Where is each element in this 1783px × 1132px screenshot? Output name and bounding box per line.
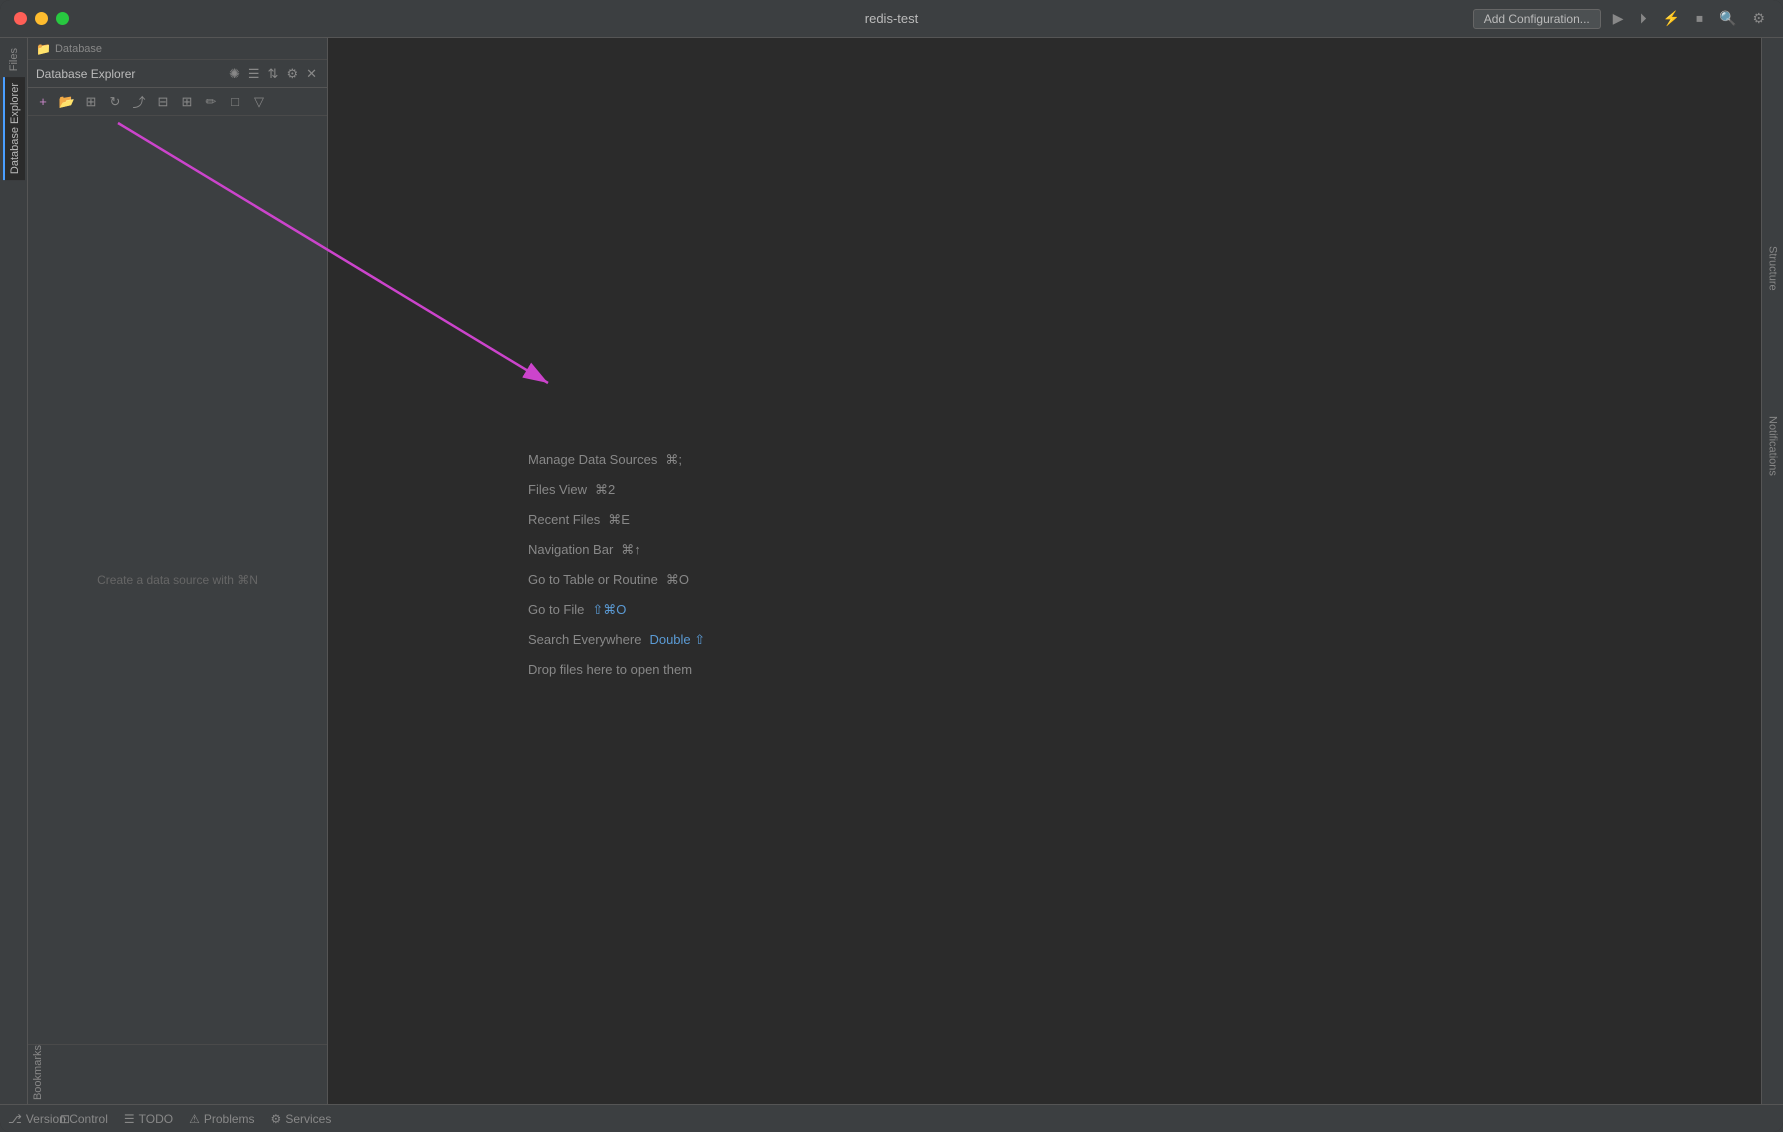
todo-icon: ☰ bbox=[124, 1112, 135, 1126]
breadcrumb-text: Database bbox=[55, 43, 102, 55]
filter-button[interactable]: ▽ bbox=[248, 91, 270, 113]
help-item-manage-datasources: Manage Data Sources ⌘; bbox=[528, 452, 682, 468]
help-item-goto-table: Go to Table or Routine ⌘O bbox=[528, 572, 689, 588]
help-label: Go to File bbox=[528, 602, 584, 617]
sidebar-item-database-explorer[interactable]: Database Explorer bbox=[3, 77, 25, 180]
statusbar-problems[interactable]: ⚠ Problems bbox=[189, 1112, 254, 1126]
todo-label: TODO bbox=[139, 1112, 173, 1126]
help-label: Drop files here to open them bbox=[528, 662, 692, 677]
gear-spin-icon[interactable]: ✺ bbox=[227, 64, 242, 84]
help-shortcut: ⌘2 bbox=[595, 482, 615, 498]
main-window: redis-test Add Configuration... ▶ ⏵ ⚡ ⏹ … bbox=[0, 0, 1783, 1132]
statusbar-version-control[interactable]: ⎇ Version Control bbox=[8, 1112, 108, 1126]
sidebar-header-icons: ✺ ☰ ⇅ ⚙ ✕ bbox=[227, 64, 319, 84]
view-button[interactable]: □ bbox=[224, 91, 246, 113]
edit-button[interactable]: ✏ bbox=[200, 91, 222, 113]
titlebar: redis-test Add Configuration... ▶ ⏵ ⚡ ⏹ … bbox=[0, 0, 1783, 38]
coverage-icon[interactable]: ⚡ bbox=[1659, 8, 1684, 29]
left-tabs-strip: Files Database Explorer bbox=[0, 38, 28, 1104]
settings-icon[interactable]: ⚙ bbox=[284, 64, 300, 84]
minimize-button[interactable] bbox=[35, 12, 48, 25]
layout-icon[interactable]: ⊡ bbox=[60, 1111, 70, 1126]
breadcrumb: 📁 Database bbox=[28, 38, 327, 60]
sidebar-toolbar: + 📂 ⊞ ↻ ⤴ ⊟ ⊞ ✏ □ ▽ bbox=[28, 88, 327, 116]
export-button[interactable]: ⤴ bbox=[128, 91, 150, 113]
help-label: Navigation Bar bbox=[528, 542, 613, 557]
add-datasource-button[interactable]: + bbox=[32, 91, 54, 113]
sidebar-item-notifications[interactable]: Notifications bbox=[1763, 408, 1783, 484]
statusbar-todo[interactable]: ☰ TODO bbox=[124, 1112, 173, 1126]
help-item-drop-files: Drop files here to open them bbox=[528, 662, 700, 677]
sidebar-wrapper: 📁 Database Database Explorer ✺ ☰ ⇅ ⚙ ✕ bbox=[28, 38, 328, 1104]
titlebar-actions: Add Configuration... ▶ ⏵ ⚡ ⏹ 🔍 ⚙ bbox=[1473, 8, 1769, 29]
maximize-button[interactable] bbox=[56, 12, 69, 25]
stop-icon[interactable]: ⏹ bbox=[1692, 8, 1707, 29]
help-label: Recent Files bbox=[528, 512, 600, 527]
help-label: Manage Data Sources bbox=[528, 452, 657, 467]
statusbar: ⎇ Version Control ☰ TODO ⚠ Problems ⚙ Se… bbox=[0, 1104, 1783, 1132]
services-icon: ⚙ bbox=[271, 1112, 282, 1126]
git-icon: ⎇ bbox=[8, 1112, 22, 1126]
sidebar-item-files[interactable]: Files bbox=[4, 42, 24, 77]
main-content: Manage Data Sources ⌘; Files View ⌘2 Rec… bbox=[328, 38, 1761, 1104]
help-shortcut: Double ⇧ bbox=[649, 632, 705, 648]
problems-icon: ⚠ bbox=[189, 1112, 200, 1126]
sidebar-title: Database Explorer bbox=[36, 67, 227, 81]
help-label: Files View bbox=[528, 482, 587, 497]
refresh-button[interactable]: ↻ bbox=[104, 91, 126, 113]
help-label: Search Everywhere bbox=[528, 632, 641, 647]
close-button[interactable] bbox=[14, 12, 27, 25]
help-shortcut: ⇧⌘O bbox=[592, 602, 626, 618]
help-shortcut: ⌘; bbox=[665, 452, 682, 468]
problems-label: Problems bbox=[204, 1112, 255, 1126]
sidebar: 📁 Database Database Explorer ✺ ☰ ⇅ ⚙ ✕ bbox=[28, 38, 328, 1104]
right-tabs-strip: Structure Notifications bbox=[1761, 38, 1783, 1104]
help-label: Go to Table or Routine bbox=[528, 572, 658, 587]
sidebar-header: Database Explorer ✺ ☰ ⇅ ⚙ ✕ bbox=[28, 60, 327, 88]
settings-icon[interactable]: ⚙ bbox=[1748, 8, 1769, 29]
sidebar-empty-state: Create a data source with ⌘N bbox=[28, 116, 327, 1044]
bookmarks-tab[interactable]: Bookmarks bbox=[32, 1045, 44, 1100]
database-folder-icon: 📁 bbox=[36, 42, 51, 56]
list-icon[interactable]: ☰ bbox=[246, 64, 262, 84]
help-shortcut: ⌘O bbox=[666, 572, 689, 588]
help-item-files-view: Files View ⌘2 bbox=[528, 482, 615, 498]
expand-button[interactable]: ⊞ bbox=[176, 91, 198, 113]
search-icon[interactable]: 🔍 bbox=[1715, 8, 1740, 29]
schema-button[interactable]: ⊞ bbox=[80, 91, 102, 113]
sort-icon[interactable]: ⇅ bbox=[266, 64, 281, 84]
close-panel-icon[interactable]: ✕ bbox=[304, 64, 319, 84]
window-title: redis-test bbox=[865, 11, 918, 26]
statusbar-services[interactable]: ⚙ Services bbox=[271, 1112, 332, 1126]
layout-toggle-icon: ⊡ bbox=[60, 1112, 70, 1126]
collapse-button[interactable]: ⊟ bbox=[152, 91, 174, 113]
welcome-area: Manage Data Sources ⌘; Files View ⌘2 Rec… bbox=[328, 38, 1761, 1104]
window-controls bbox=[14, 12, 69, 25]
debug-icon[interactable]: ⏵ bbox=[1636, 8, 1651, 29]
body: Files Database Explorer 📁 Database Datab… bbox=[0, 38, 1783, 1104]
help-item-goto-file: Go to File ⇧⌘O bbox=[528, 602, 626, 618]
help-item-recent-files: Recent Files ⌘E bbox=[528, 512, 630, 528]
add-configuration-button[interactable]: Add Configuration... bbox=[1473, 9, 1601, 29]
sidebar-bottom: Bookmarks bbox=[28, 1044, 327, 1104]
open-file-button[interactable]: 📂 bbox=[56, 91, 78, 113]
run-icon[interactable]: ▶ bbox=[1609, 8, 1628, 29]
help-shortcut: ⌘E bbox=[608, 512, 630, 528]
help-shortcut: ⌘↑ bbox=[621, 542, 641, 558]
help-item-search-everywhere: Search Everywhere Double ⇧ bbox=[528, 632, 705, 648]
help-item-navigation-bar: Navigation Bar ⌘↑ bbox=[528, 542, 641, 558]
empty-state-text: Create a data source with ⌘N bbox=[97, 573, 258, 587]
sidebar-item-structure[interactable]: Structure bbox=[1763, 238, 1783, 299]
services-label: Services bbox=[285, 1112, 331, 1126]
